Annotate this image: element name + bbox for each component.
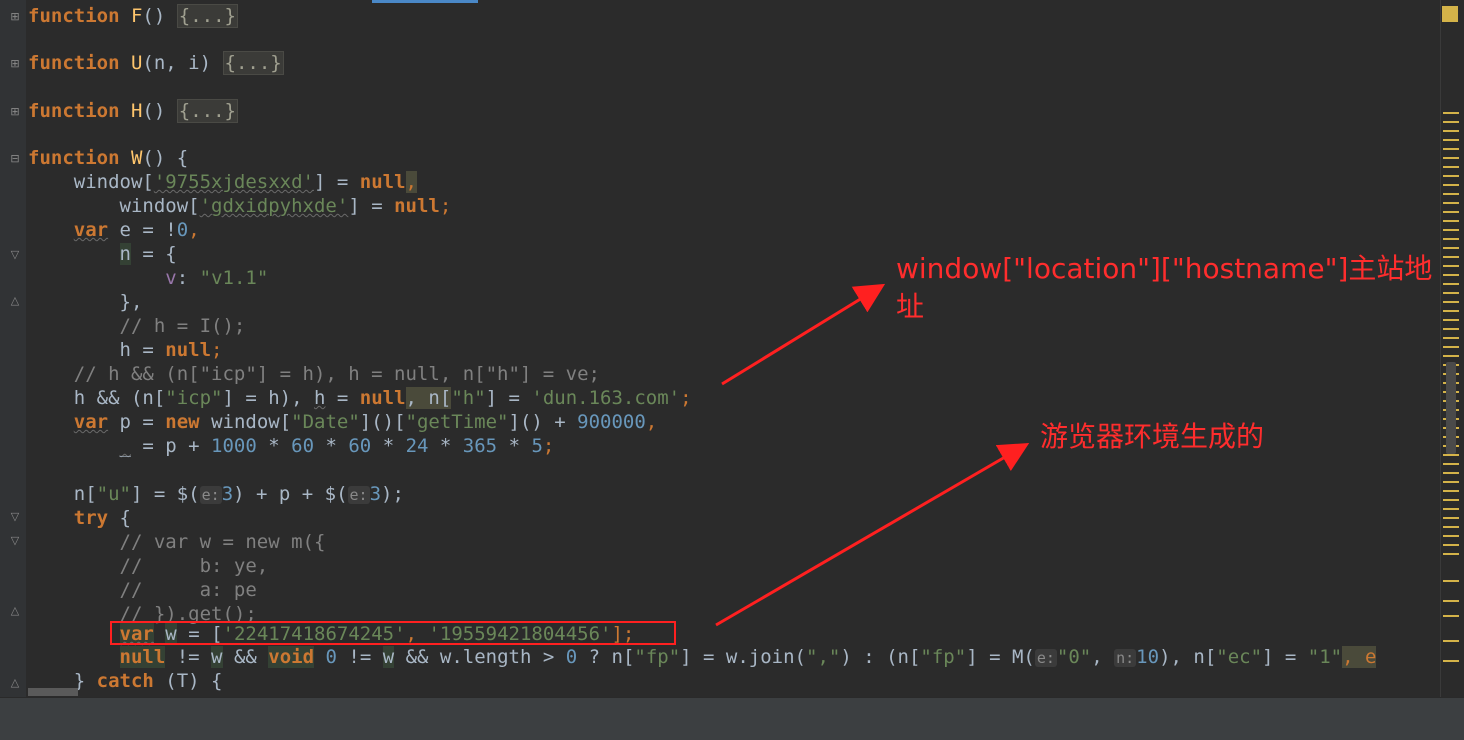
arrow-to-hostname-note xyxy=(721,283,886,386)
annotation-browser-env: 游览器环境生成的 xyxy=(1040,420,1265,453)
arrow-to-browser-note xyxy=(715,442,1030,627)
annotation-hostname: window["location"]["hostname"]主站地址 xyxy=(896,252,1433,323)
annotation-arrows xyxy=(715,283,1030,627)
